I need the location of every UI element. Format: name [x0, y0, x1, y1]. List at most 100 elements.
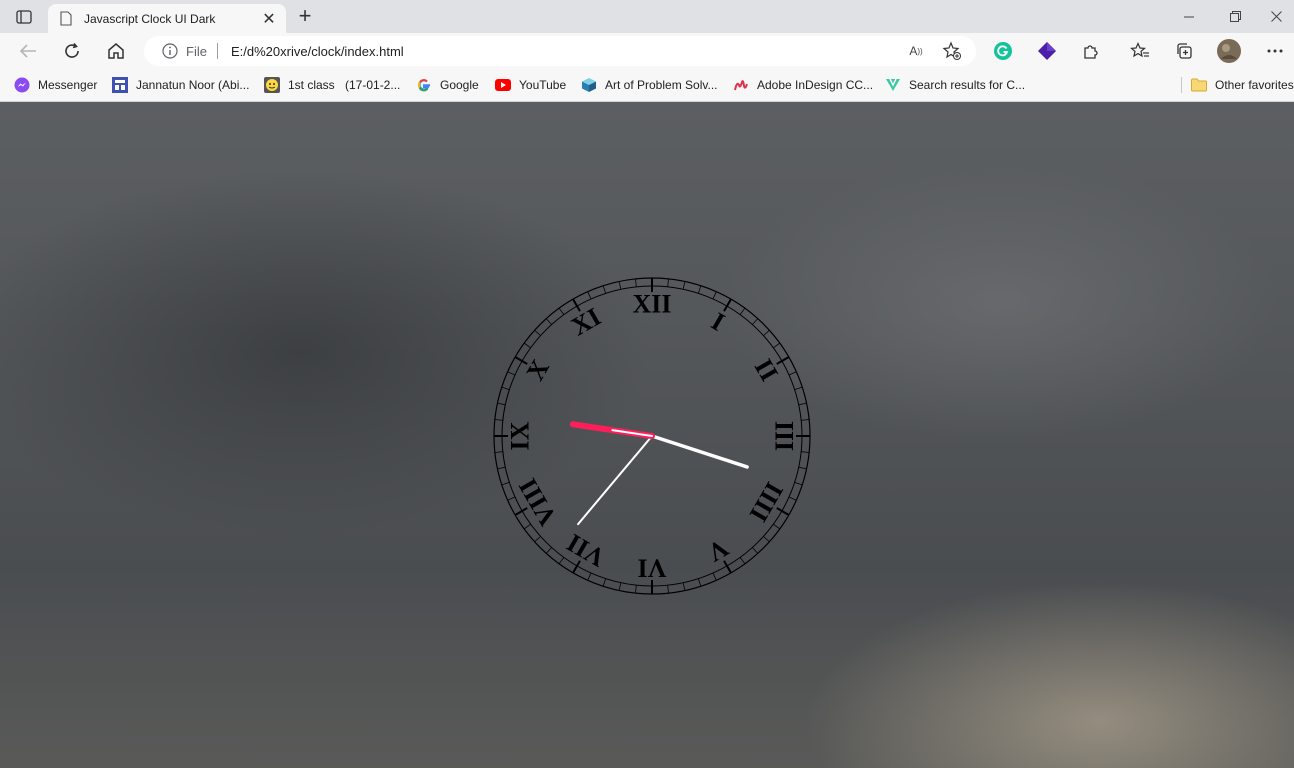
minute-tick: [712, 291, 717, 300]
minute-tick: [507, 371, 516, 376]
minute-tick: [497, 402, 506, 406]
minute-tick: [788, 371, 797, 376]
other-favorites[interactable]: Other favorites: [1191, 76, 1294, 94]
minute-tick: [507, 496, 516, 501]
analog-clock: XIIIIIIIIIIIIVVIVIIVIIIIXXXI: [493, 277, 811, 595]
extension-diamond-icon[interactable]: [1035, 39, 1059, 63]
minute-tick: [752, 547, 759, 554]
bookmark-google[interactable]: Google: [416, 76, 479, 94]
minute-tick: [558, 307, 565, 315]
minute-tick: [667, 585, 669, 594]
clock-hands: [569, 421, 749, 526]
page-icon: [60, 11, 74, 27]
bookmark-date[interactable]: (17-01-2...: [345, 76, 400, 94]
add-favorite-icon[interactable]: [942, 41, 962, 61]
address-bar[interactable]: File E:/d%20xrive/clock/index.html A)): [144, 36, 976, 66]
bookmark-adobe[interactable]: Adobe InDesign CC...: [733, 76, 873, 94]
clock-numeral: VII: [562, 528, 610, 573]
minute-tick: [545, 318, 552, 325]
bookmark-youtube[interactable]: YouTube: [495, 76, 566, 94]
minute-tick: [739, 557, 746, 565]
bookmark-label: 1st class: [288, 78, 335, 92]
collections-icon[interactable]: [1172, 39, 1196, 63]
tab-strip: Javascript Clock UI Dark ✕ +: [0, 0, 1294, 33]
grammarly-icon[interactable]: [991, 39, 1015, 63]
home-icon[interactable]: [104, 39, 128, 63]
clock-numeral: XII: [632, 290, 671, 319]
minute-tick: [618, 582, 622, 591]
bookmark-label: Messenger: [38, 78, 98, 92]
minute-tick: [534, 536, 541, 543]
restore-icon[interactable]: [1212, 0, 1258, 33]
adobe-icon: [733, 77, 749, 93]
browser-tab[interactable]: Javascript Clock UI Dark ✕: [48, 4, 286, 33]
minute-tick: [497, 466, 506, 470]
minute-tick: [618, 281, 622, 290]
new-tab-button[interactable]: +: [294, 3, 316, 28]
clock-numeral: II: [749, 354, 784, 386]
clock-numeral: IIII: [744, 477, 789, 527]
bookmark-1st-class[interactable]: 1st class: [264, 76, 335, 94]
favorites-icon[interactable]: [1128, 39, 1152, 63]
minimize-icon[interactable]: [1166, 0, 1212, 33]
minute-tick: [801, 419, 810, 421]
clock-numeral: I: [706, 307, 729, 337]
emoji-icon: [264, 77, 280, 93]
clock-numeral: XI: [566, 302, 606, 342]
minute-tick: [523, 523, 531, 530]
minute-tick: [682, 281, 686, 290]
minute-tick: [523, 342, 531, 349]
minute-tick: [494, 451, 503, 453]
bookmark-label: Art of Problem Solv...: [605, 78, 718, 92]
minute-tick: [501, 386, 510, 391]
bookmark-label: Jannatun Noor (Abi...: [136, 78, 250, 92]
cube-icon: [581, 77, 597, 93]
info-icon[interactable]: [162, 43, 178, 59]
url-text[interactable]: E:/d%20xrive/clock/index.html: [231, 44, 404, 59]
minute-tick: [587, 291, 592, 300]
minute-tick: [534, 329, 541, 336]
minute-tick: [697, 578, 702, 587]
bookmark-messenger[interactable]: Messenger: [14, 76, 97, 94]
bookmark-aops[interactable]: Art of Problem Solv...: [581, 76, 717, 94]
minute-tick: [801, 451, 810, 453]
minute-tick: [494, 419, 503, 421]
more-options-icon[interactable]: [1263, 39, 1287, 63]
tab-actions-icon[interactable]: [12, 7, 36, 27]
bookmark-label: Adobe InDesign CC...: [757, 78, 874, 92]
other-favorites-label: Other favorites: [1215, 78, 1294, 92]
close-window-icon[interactable]: [1258, 0, 1294, 33]
minute-tick: [773, 523, 781, 530]
minute-tick: [794, 386, 803, 391]
toolbar: File E:/d%20xrive/clock/index.html A)): [0, 33, 1294, 69]
refresh-icon[interactable]: [60, 39, 84, 63]
minute-tick: [752, 318, 759, 325]
clock-numeral: VIII: [513, 473, 563, 530]
minute-tick: [763, 536, 770, 543]
read-aloud-icon[interactable]: A)): [906, 41, 926, 61]
google-icon: [416, 77, 432, 93]
minute-tick: [712, 572, 717, 581]
minute-tick: [587, 572, 592, 581]
clock-numeral: IX: [506, 421, 535, 450]
minute-tick: [773, 342, 781, 349]
minute-tick: [682, 582, 686, 591]
hour-hand: [650, 434, 749, 469]
bookmark-jannatun[interactable]: Jannatun Noor (Abi...: [112, 76, 249, 94]
extensions-icon[interactable]: [1079, 39, 1103, 63]
bookmarks-bar: Messenger Jannatun Noor (Abi... 1st clas…: [0, 69, 1294, 102]
profile-avatar[interactable]: [1217, 39, 1241, 63]
search-results-icon: [885, 77, 901, 93]
bookmark-label: YouTube: [519, 78, 567, 92]
minute-tick: [697, 285, 702, 294]
messenger-icon: [14, 77, 30, 93]
minute-tick: [788, 496, 797, 501]
clock-numeral: V: [702, 533, 733, 568]
close-tab-icon[interactable]: ✕: [260, 10, 278, 28]
minute-tick: [602, 285, 607, 294]
bookmark-search-results[interactable]: Search results for C...: [885, 76, 1025, 94]
back-icon[interactable]: [16, 39, 40, 63]
clock-numeral: X: [520, 354, 555, 385]
folder-icon: [1191, 77, 1207, 93]
minute-tick: [739, 307, 746, 315]
